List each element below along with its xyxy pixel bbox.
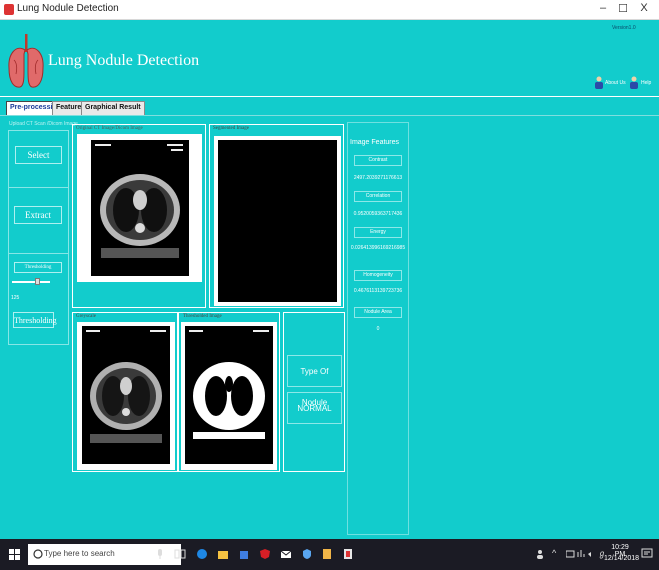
contrast-label: Contrast	[354, 155, 402, 166]
greyscale-frame	[77, 322, 175, 470]
system-tray-icons[interactable]	[566, 549, 596, 559]
threshold-slider-thumb[interactable]	[35, 278, 40, 285]
thresholded-image-label: Thresholded Image	[183, 314, 222, 319]
system-tray-chevron-icon[interactable]: ^	[552, 548, 556, 558]
contrast-value: 2497.2039271176613	[353, 175, 403, 181]
homogeneity-label: Homogeneity	[354, 270, 402, 281]
window-titlebar: Lung Nodule Detection – ☐ X	[0, 0, 659, 20]
mcafee-icon[interactable]	[259, 548, 271, 560]
thresholded-image	[185, 326, 273, 464]
features-title: Image Features	[350, 139, 400, 146]
nodule-type-result: NORMAL	[287, 392, 342, 424]
homogeneity-value: 0.4676113139723736	[353, 288, 403, 294]
features-panel: Image Features Contrast 2497.20392711766…	[347, 122, 409, 535]
correlation-value: 0.9520059363717436	[353, 211, 403, 217]
greyscale-label: Greyscale	[76, 314, 96, 319]
upload-label: Upload CT Scan /Dicom Image	[9, 121, 78, 127]
thresholded-panel: Thresholded Image	[178, 312, 280, 472]
tab-strip-divider	[0, 115, 659, 116]
energy-label: Energy	[354, 227, 402, 238]
help-button[interactable]: Help	[641, 80, 651, 86]
people-icon[interactable]	[535, 549, 545, 559]
thresholding-panel: Thresholding 125 Thresholding	[8, 253, 69, 345]
thresholding-button[interactable]: Thresholding	[13, 312, 57, 328]
type-of-nodule-button[interactable]: Type Of Nodule	[287, 355, 342, 407]
correlation-label: Correlation	[354, 191, 402, 202]
user-icon	[595, 76, 603, 89]
result-panel: Type Of Nodule NORMAL	[283, 312, 345, 472]
app-window: Version1.0 Lung Nodule Detection About U…	[0, 20, 659, 539]
original-image-frame	[77, 134, 202, 282]
mail-icon[interactable]	[280, 548, 292, 560]
search-icon	[33, 549, 43, 559]
window-title: Lung Nodule Detection	[17, 3, 119, 14]
maximize-button[interactable]: ☐	[613, 2, 633, 15]
microphone-icon[interactable]	[154, 548, 166, 560]
security-shield-icon[interactable]	[301, 548, 313, 560]
app-icon	[4, 4, 14, 15]
lungs-logo-icon	[8, 34, 44, 88]
edge-browser-icon[interactable]	[196, 548, 208, 560]
original-image-panel: Original CT Image/Dicom Image	[72, 124, 206, 308]
taskbar: Type here to search ^ ℊ 10:29 PM 12/14/2…	[0, 539, 659, 570]
greyscale-panel: Greyscale	[72, 312, 178, 472]
original-image-label: Original CT Image/Dicom Image	[76, 126, 143, 131]
ct-scan-image	[91, 140, 189, 276]
thresholding-small-button[interactable]: Thresholding	[14, 262, 62, 273]
about-us-button[interactable]: About Us	[605, 80, 626, 86]
lung-app-taskbar-icon[interactable]	[342, 548, 354, 560]
greyscale-image	[82, 326, 170, 464]
taskbar-search-input[interactable]: Type here to search	[44, 549, 115, 558]
threshold-slider-track[interactable]	[12, 281, 50, 283]
store-icon[interactable]	[238, 548, 250, 560]
thresholded-frame	[181, 322, 277, 470]
slider-value: 125	[11, 295, 20, 301]
segmented-image-label: Segmented Image	[213, 126, 249, 131]
segmented-image-frame	[214, 136, 341, 306]
select-button[interactable]: Select	[15, 146, 62, 164]
tab-graphical-result[interactable]: Graphical Result	[81, 101, 145, 115]
energy-value: 0.026413996169216985	[350, 245, 406, 251]
nodule-area-value: 0	[376, 326, 380, 332]
version-label: Version1.0	[612, 25, 636, 31]
windows-start-icon[interactable]	[9, 549, 20, 560]
close-button[interactable]: X	[634, 2, 654, 14]
nodule-area-label: Nodule Area	[354, 307, 402, 318]
app-title: Lung Nodule Detection	[48, 52, 200, 69]
java-app-icon[interactable]	[321, 548, 333, 560]
header-divider	[0, 96, 659, 97]
file-explorer-icon[interactable]	[217, 548, 229, 560]
extract-button[interactable]: Extract	[14, 206, 62, 224]
task-view-icon[interactable]	[174, 548, 186, 560]
notifications-icon[interactable]	[641, 548, 653, 560]
taskbar-date[interactable]: 12/14/2018	[604, 555, 639, 562]
minimize-button[interactable]: –	[593, 2, 613, 14]
segmented-image-panel: Segmented Image	[209, 124, 344, 308]
help-user-icon	[630, 76, 638, 89]
segmented-image-placeholder	[218, 140, 337, 302]
